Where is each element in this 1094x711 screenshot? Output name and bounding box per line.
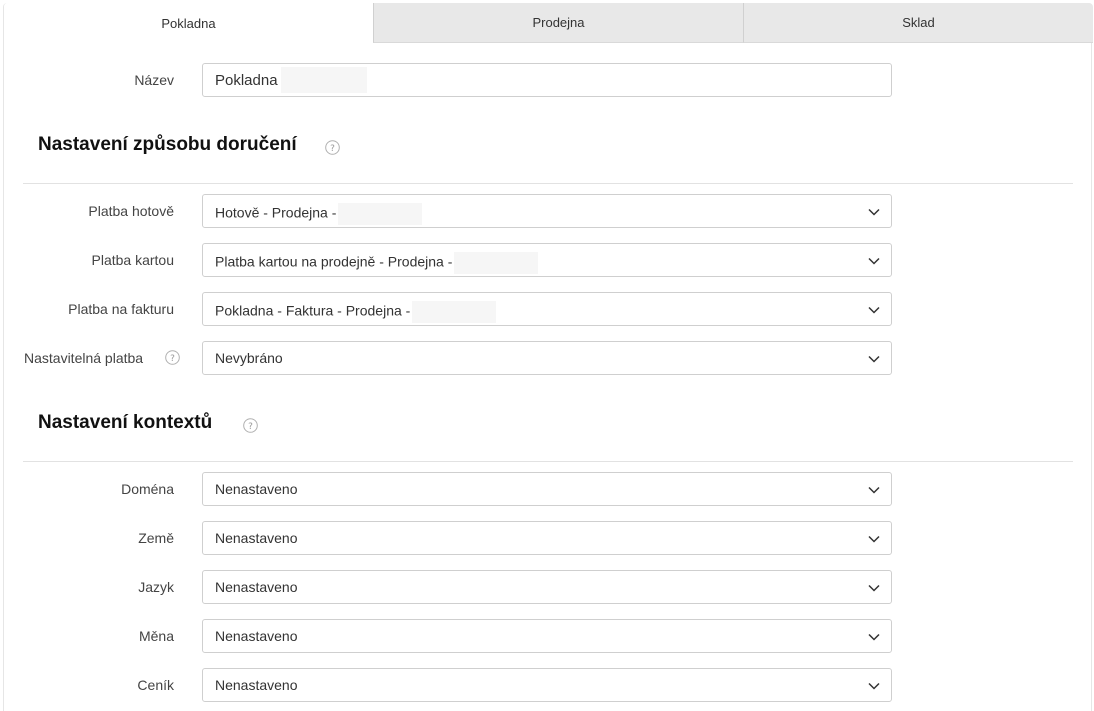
country-select[interactable]: Nenastaveno xyxy=(202,521,892,555)
language-value: Nenastaveno xyxy=(215,579,298,595)
payment-cash-value: Hotově - Prodejna - xyxy=(215,203,423,225)
help-icon[interactable]: ? xyxy=(165,350,180,365)
pricelist-row: Ceník Nenastaveno xyxy=(4,668,1093,702)
settings-panel: Pokladna Prodejna Sklad Název Nastavení … xyxy=(3,3,1093,711)
payment-card-value: Platba kartou na prodejně - Prodejna - xyxy=(215,252,539,274)
chevron-down-icon xyxy=(868,208,880,216)
tab-sklad[interactable]: Sklad xyxy=(743,3,1093,43)
payment-custom-value: Nevybráno xyxy=(215,350,283,366)
country-value: Nenastaveno xyxy=(215,530,298,546)
currency-row: Měna Nenastaveno xyxy=(4,619,1093,653)
payment-invoice-select[interactable]: Pokladna - Faktura - Prodejna - xyxy=(202,292,892,326)
domain-label: Doména xyxy=(121,481,174,497)
language-row: Jazyk Nenastaveno xyxy=(4,570,1093,604)
tab-bar: Pokladna Prodejna Sklad xyxy=(4,3,1093,43)
name-field[interactable] xyxy=(202,63,892,97)
country-row: Země Nenastaveno xyxy=(4,521,1093,555)
payment-cash-label: Platba hotově xyxy=(88,203,174,219)
payment-invoice-label: Platba na fakturu xyxy=(68,301,174,317)
svg-text:?: ? xyxy=(330,144,335,154)
svg-text:?: ? xyxy=(170,354,175,364)
chevron-down-icon xyxy=(868,584,880,592)
chevron-down-icon xyxy=(868,535,880,543)
tab-prodejna[interactable]: Prodejna xyxy=(373,3,743,43)
language-label: Jazyk xyxy=(138,579,174,595)
language-select[interactable]: Nenastaveno xyxy=(202,570,892,604)
currency-value: Nenastaveno xyxy=(215,628,298,644)
pricelist-select[interactable]: Nenastaveno xyxy=(202,668,892,702)
name-row: Název xyxy=(4,63,1093,97)
delivery-section-title: Nastavení způsobu doručení xyxy=(38,134,297,155)
name-label: Název xyxy=(134,72,174,88)
payment-custom-row: Nastavitelná platba ? Nevybráno xyxy=(4,341,1093,375)
chevron-down-icon xyxy=(868,355,880,363)
svg-text:?: ? xyxy=(248,422,253,432)
payment-card-label: Platba kartou xyxy=(91,252,175,268)
domain-row: Doména Nenastaveno xyxy=(4,472,1093,506)
help-icon[interactable]: ? xyxy=(243,418,258,433)
chevron-down-icon xyxy=(868,633,880,641)
tab-pokladna[interactable]: Pokladna xyxy=(4,3,373,43)
chevron-down-icon xyxy=(868,257,880,265)
chevron-down-icon xyxy=(868,306,880,314)
payment-card-row: Platba kartou Platba kartou na prodejně … xyxy=(4,243,1093,277)
payment-custom-select[interactable]: Nevybráno xyxy=(202,341,892,375)
country-label: Země xyxy=(138,530,174,546)
redacted-area xyxy=(281,67,367,93)
section-divider xyxy=(23,183,1073,184)
pricelist-value: Nenastaveno xyxy=(215,677,298,693)
help-icon[interactable]: ? xyxy=(325,140,340,155)
payment-cash-select[interactable]: Hotově - Prodejna - xyxy=(202,194,892,228)
pricelist-label: Ceník xyxy=(137,677,174,693)
currency-label: Měna xyxy=(138,628,174,644)
currency-select[interactable]: Nenastaveno xyxy=(202,619,892,653)
chevron-down-icon xyxy=(868,682,880,690)
context-section-title: Nastavení kontextů xyxy=(38,412,213,433)
payment-cash-row: Platba hotově Hotově - Prodejna - xyxy=(4,194,1093,228)
domain-select[interactable]: Nenastaveno xyxy=(202,472,892,506)
chevron-down-icon xyxy=(868,486,880,494)
payment-custom-label: Nastavitelná platba xyxy=(24,350,144,366)
payment-invoice-value: Pokladna - Faktura - Prodejna - xyxy=(215,301,497,323)
payment-invoice-row: Platba na fakturu Pokladna - Faktura - P… xyxy=(4,292,1093,326)
section-divider xyxy=(23,461,1073,462)
domain-value: Nenastaveno xyxy=(215,481,298,497)
payment-card-select[interactable]: Platba kartou na prodejně - Prodejna - xyxy=(202,243,892,277)
